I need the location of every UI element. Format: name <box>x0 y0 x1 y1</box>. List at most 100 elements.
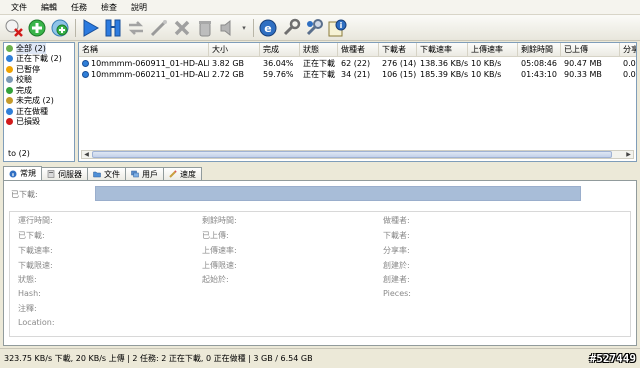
column-header-uploaded[interactable]: 已上傳 <box>561 43 620 57</box>
pause-button[interactable] <box>102 17 124 39</box>
cell-seeds: 62 (22) <box>341 59 371 68</box>
column-header-peers[interactable]: 下載者 <box>379 43 417 57</box>
menu-task[interactable]: 任務 <box>64 0 94 15</box>
info-icon: i <box>328 19 347 36</box>
add-task-button[interactable] <box>26 17 48 39</box>
scrollbar-thumb[interactable] <box>92 151 612 158</box>
sound-icon <box>220 19 231 36</box>
menu-help[interactable]: 說明 <box>124 0 154 15</box>
tools-button[interactable] <box>280 17 302 39</box>
tab-peers[interactable]: 用戶 <box>125 167 164 180</box>
remove-button[interactable] <box>171 17 193 39</box>
info-group: 運行時間: 已下載: 下載速率: 下載限速: 狀態: Hash: 注釋: Loc… <box>9 211 631 337</box>
label-uploaded: 已上傳: <box>202 231 229 240</box>
toolbar-separator <box>75 18 76 37</box>
completed-icon <box>6 86 13 94</box>
downloading-icon <box>6 55 13 63</box>
column-header-up-speed[interactable]: 上傳速率 <box>468 43 518 57</box>
label-down-speed: 下載速率: <box>18 246 53 255</box>
sidebar-item-paused[interactable]: 已暫停 <box>4 64 74 75</box>
menu-file[interactable]: 文件 <box>4 0 34 15</box>
table-row[interactable]: 10mmmm-060911_01-HD-ALL 3.82 GB 36.04% 正… <box>79 58 636 69</box>
column-header-size[interactable]: 大小 <box>209 43 260 57</box>
downloaded-progress-bar <box>95 186 581 201</box>
general-panel: 已下載: 運行時間: 已下載: 下載速率: 下載限速: 狀態: Hash: 注釋… <box>3 180 637 346</box>
tab-trackers[interactable]: 伺服器 <box>41 167 88 180</box>
label-ratio: 分享率: <box>383 246 410 255</box>
browser-icon: e <box>259 19 277 36</box>
cell-uploaded: 90.33 MB <box>564 70 602 79</box>
corrupted-icon <box>6 118 13 126</box>
sidebar-item-checking[interactable]: 校驗 <box>4 75 74 86</box>
cell-status: 正在下載 <box>303 59 335 68</box>
column-header-down-speed[interactable]: 下載速率 <box>417 43 468 57</box>
scroll-right-icon[interactable]: ▶ <box>624 151 633 158</box>
checking-icon <box>6 76 13 84</box>
cell-seeds: 34 (21) <box>341 70 371 79</box>
label-remaining: 剩餘時間: <box>202 216 237 225</box>
category-sidebar: 全部 (2) 正在下載 (2) 已暫停 校驗 完成 未完成 (2) 正在做種 已… <box>3 42 75 162</box>
detail-tabs: 常規 伺服器 文件 用戶 速度 <box>3 166 202 180</box>
scroll-left-icon[interactable]: ◀ <box>82 151 91 158</box>
sidebar-item-seeding[interactable]: 正在做種 <box>4 106 74 117</box>
sound-dropdown-arrow[interactable]: ▾ <box>240 24 248 32</box>
edit-button[interactable] <box>148 17 170 39</box>
table-row[interactable]: 10mmmm-060211_01-HD-ALL 2.72 GB 59.76% 正… <box>79 69 636 80</box>
wand-icon <box>150 19 167 36</box>
cell-done: 36.04% <box>263 59 294 68</box>
svg-text:e: e <box>264 22 271 35</box>
column-header-ratio[interactable]: 分享 <box>620 43 636 57</box>
tab-speed[interactable]: 速度 <box>163 167 202 180</box>
menu-edit[interactable]: 編輯 <box>34 0 64 15</box>
cell-size: 2.72 GB <box>212 70 245 79</box>
downloaded-label: 已下載: <box>11 190 38 199</box>
label-elapsed-time: 運行時間: <box>18 216 53 225</box>
delete-task-button[interactable] <box>3 17 25 39</box>
watermark-label: #527449 <box>589 352 636 365</box>
sound-button[interactable] <box>217 17 239 39</box>
sidebar-item-incomplete[interactable]: 未完成 (2) <box>4 96 74 107</box>
torrent-name: 10mmmm-060211_01-HD-ALL <box>91 70 209 79</box>
sidebar-item-downloading[interactable]: 正在下載 (2) <box>4 54 74 65</box>
sidebar-item-all[interactable]: 全部 (2) <box>4 42 74 54</box>
column-header-status[interactable]: 狀態 <box>300 43 338 57</box>
sidebar-item-label: 校驗 <box>16 75 32 85</box>
trash-button[interactable] <box>194 17 216 39</box>
cell-done: 59.76% <box>263 70 294 79</box>
cell-down-speed: 138.36 KB/s <box>420 59 468 68</box>
start-button[interactable] <box>79 17 101 39</box>
add-url-button[interactable] <box>49 17 71 39</box>
cell-name: 10mmmm-060911_01-HD-ALL <box>79 58 209 69</box>
label-started: 起始於: <box>202 275 229 284</box>
tab-files[interactable]: 文件 <box>87 167 126 180</box>
incomplete-icon <box>6 97 13 105</box>
refresh-button[interactable] <box>125 17 147 39</box>
column-header-eta[interactable]: 剩餘時間 <box>518 43 561 57</box>
browser-button[interactable]: e <box>257 17 279 39</box>
add-url-icon <box>51 19 69 36</box>
cell-ratio: 0.05 <box>623 70 636 79</box>
sidebar-item-completed[interactable]: 完成 <box>4 85 74 96</box>
cell-up-speed: 10 KB/s <box>471 70 502 79</box>
sidebar-label-to[interactable]: to (2) <box>8 149 30 158</box>
column-header-name[interactable]: 名稱 <box>79 43 209 57</box>
label-up-limit: 上傳限速: <box>202 261 237 270</box>
info-button[interactable]: i <box>326 17 348 39</box>
label-created-by: 創建者: <box>383 275 410 284</box>
horizontal-scrollbar[interactable]: ◀ ▶ <box>81 150 634 159</box>
tab-general[interactable]: 常規 <box>3 166 42 180</box>
menu-view[interactable]: 檢查 <box>94 0 124 15</box>
column-header-done[interactable]: 完成 <box>260 43 300 57</box>
downloading-icon <box>82 60 89 67</box>
close-icon <box>174 20 190 35</box>
sidebar-item-corrupted[interactable]: 已損毀 <box>4 117 74 128</box>
label-peers: 下載者: <box>383 231 410 240</box>
sidebar-item-label: 完成 <box>16 85 32 95</box>
settings-button[interactable] <box>303 17 325 39</box>
column-header-seeds[interactable]: 做種者 <box>338 43 379 57</box>
downloading-icon <box>82 71 89 78</box>
tab-label: 用戶 <box>142 169 158 179</box>
label-location: Location: <box>18 318 55 327</box>
trash-icon <box>199 20 211 36</box>
label-pieces: Pieces: <box>383 289 411 298</box>
